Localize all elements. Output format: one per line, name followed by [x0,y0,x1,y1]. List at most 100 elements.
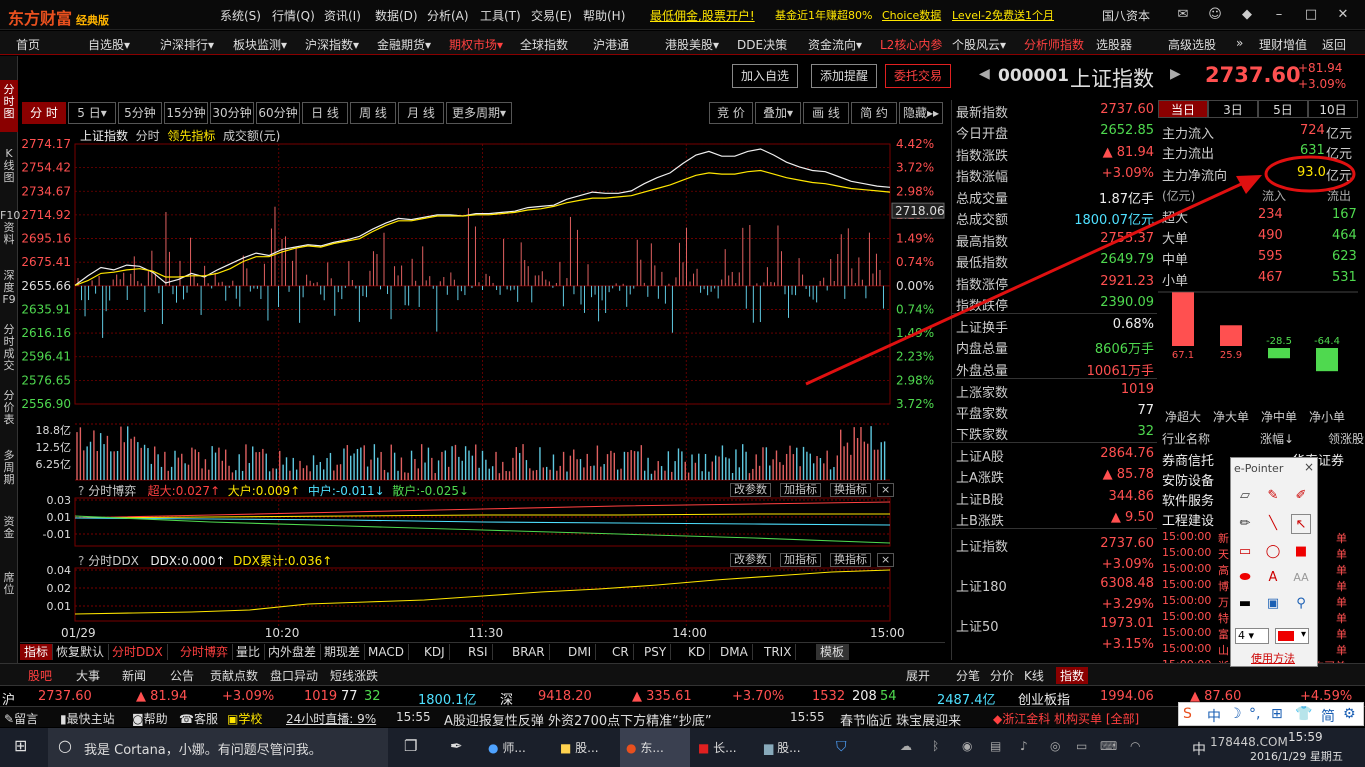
menu-trade[interactable]: 交易(E) [531,7,572,24]
tab-5min[interactable]: 5分钟 [118,102,162,124]
ime-keyboard-icon[interactable]: ⊞ [1271,706,1283,722]
nav-analyst[interactable]: 分析师指数 [1024,36,1084,53]
nav-dde[interactable]: DDE决策 [737,36,787,53]
sidebar-price[interactable]: 分价表 [0,386,18,426]
indicator-tab[interactable]: 分时DDX [108,644,168,660]
indicator-tab[interactable]: DMI [564,644,597,660]
antivirus-icon[interactable]: ◉ [962,739,972,753]
tab-60min[interactable]: 60分钟 [256,102,300,124]
flow-tab-today[interactable]: 当日 [1158,100,1208,118]
nav-wealth[interactable]: 理财增值 [1259,36,1307,53]
menu-data[interactable]: 数据(D) [375,7,418,24]
nav-screener[interactable]: 选股器 [1096,36,1132,53]
ddx-params-button[interactable]: 改参数 [730,553,771,567]
rect-fill-icon[interactable]: ■ [1291,542,1311,562]
tab-hide[interactable]: 隐藏▸▸ [899,102,943,124]
network-icon[interactable]: ▤ [990,739,1001,753]
ime-moon-icon[interactable]: ☽ [1229,706,1242,722]
eraser-icon[interactable]: ▱ [1235,486,1255,506]
maximize-icon[interactable]: □ [1300,4,1322,26]
nav-more[interactable]: » [1236,36,1243,50]
service-button[interactable]: ☎客服 [179,710,218,727]
ddx-close-icon[interactable]: × [877,553,895,567]
flow-tab-3day[interactable]: 3日 [1208,100,1258,118]
tab-15min[interactable]: 15分钟 [164,102,208,124]
ddx-switch-button[interactable]: 换指标 [830,553,871,567]
arrow-tool-icon[interactable]: ↖ [1291,514,1311,534]
add-watchlist-button[interactable]: 加入自选 [732,64,799,88]
flow-tab-10day[interactable]: 10日 [1308,100,1358,118]
live-link[interactable]: 24小时直播: 9% [286,710,376,727]
bottom-right-tab[interactable]: 分笔 [956,667,980,684]
sidebar-multi[interactable]: 多周期 [0,446,18,486]
tab-day[interactable]: 日 线 [302,102,348,124]
promo-choice[interactable]: Choice数据 [882,7,941,23]
indicator-tab[interactable]: 期现差 [320,644,366,660]
indicator-tab[interactable]: PSY [640,644,672,660]
bottom-tab[interactable]: 股吧 [28,667,52,684]
ddx-add-button[interactable]: 加指标 [780,553,821,567]
taskbar-app-2[interactable]: ■ 股... [560,739,599,756]
boyi-switch-button[interactable]: 换指标 [830,483,871,497]
tab-simple[interactable]: 简 约 [851,102,897,124]
text-size-icon[interactable]: AA [1291,568,1311,588]
bluetooth-icon[interactable]: ᛒ [932,739,939,753]
ime-simplified[interactable]: 简 [1321,706,1335,726]
blackboard-icon[interactable]: ▬ [1235,594,1255,614]
taskbar-lang[interactable]: 中 [1192,739,1206,759]
keyboard-icon[interactable]: ⌨ [1100,739,1117,753]
ime-skin-icon[interactable]: 👕 [1295,706,1312,722]
sidebar-f10[interactable]: F10资料 [0,206,20,258]
nav-hk-us[interactable]: 港股美股▾ [665,36,719,53]
news-item-2[interactable]: 春节临近 珠宝展迎来 [840,710,961,729]
guoba-label[interactable]: 国八资本 [1102,7,1150,24]
school-button[interactable]: ▣学校 [227,710,262,727]
trade-button[interactable]: 委托交易 [885,64,952,88]
indicator-tab[interactable]: RSI [464,644,493,660]
menu-help[interactable]: 帮助(H) [583,7,625,24]
indicator-tab[interactable]: 恢复默认 [52,644,110,660]
indicator-tab[interactable]: 指标 [20,644,54,660]
pen-icon[interactable]: ✎ [1263,486,1283,506]
ime-punct-icon[interactable]: °, [1249,706,1260,722]
line-icon[interactable]: ╲ [1263,514,1283,534]
indicator-tab[interactable]: DMA [716,644,753,660]
bottom-right-tab[interactable]: 分价 [990,667,1014,684]
boyi-params-button[interactable]: 改参数 [730,483,771,497]
indicator-tab[interactable]: CR [608,644,634,660]
magnifier-icon[interactable]: ⚲ [1291,594,1311,614]
task-view-icon[interactable]: ❐ [404,737,417,755]
expand-button[interactable]: 展开 [906,667,930,684]
nav-home[interactable]: 首页 [16,36,40,53]
indicator-tab[interactable]: MACD [364,644,409,660]
cortana-search[interactable]: ○ 我是 Cortana，小娜。有问题尽管问我。 [48,728,388,767]
bottom-tab[interactable]: 大事 [76,667,100,684]
bottom-right-tab[interactable]: 指数 [1056,667,1089,684]
menu-tools[interactable]: 工具(T) [480,7,521,24]
indicator-tab[interactable]: 内外盘差 [264,644,322,660]
nav-watchlist[interactable]: 自选股▾ [88,36,130,53]
nav-fundflow[interactable]: 资金流向▾ [808,36,862,53]
boyi-add-button[interactable]: 加指标 [780,483,821,497]
taskbar-app-1[interactable]: ● 师... [488,739,526,756]
indicator-tab[interactable]: 分时博弈 [176,644,234,660]
nav-index[interactable]: 沪深指数▾ [305,36,359,53]
tab-5day[interactable]: 5 日▾ [68,102,116,124]
indicator-tab[interactable]: KDJ [420,644,450,660]
news-item-1[interactable]: A股迎报复性反弹 外资2700点下方精准“抄底” [444,710,712,729]
bottom-tab[interactable]: 短线涨跌 [330,667,378,684]
skin-icon[interactable]: ◆ [1236,4,1258,26]
indicator-tab[interactable]: 模板 [816,644,850,660]
ime-lang[interactable]: 中 [1207,706,1221,726]
volume-icon[interactable]: ♪ [1020,739,1028,753]
tab-30min[interactable]: 30分钟 [210,102,254,124]
ime-settings-icon[interactable]: ⚙ [1343,706,1356,722]
help-button[interactable]: ◙帮助 [132,710,168,727]
indicator-tab[interactable]: BRAR [508,644,550,660]
nav-futures[interactable]: 金融期货▾ [377,36,431,53]
bottom-right-tab[interactable]: K线 [1024,667,1044,684]
news-stock-alert[interactable]: ◆浙江金科 机构买单 [全部] [993,710,1139,727]
promo-account[interactable]: 最低佣金,股票开户! [650,7,755,24]
taskbar-app-4[interactable]: ■ 长... [698,739,737,756]
marker-icon[interactable]: ✏ [1235,514,1255,534]
